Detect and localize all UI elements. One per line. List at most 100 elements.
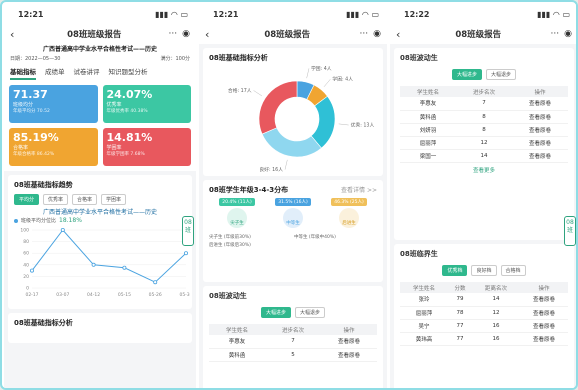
stat-card-struggling[interactable]: 14.81% 学困率 年级学困率 7.68% bbox=[102, 128, 191, 166]
cell-rank: 16 bbox=[471, 332, 520, 346]
cell-name: 黄科函 bbox=[400, 110, 456, 124]
close-circle-icon[interactable]: ◉ bbox=[373, 29, 381, 39]
data-point bbox=[153, 280, 158, 285]
view-details-link[interactable]: 查看详情 >> bbox=[341, 185, 377, 195]
view-paper-link[interactable]: 查看原卷 bbox=[512, 149, 568, 163]
wave-card: 08班波动生 大幅进步 大幅退步 学生姓名 进步名次 操作 李惠友 7 查看原卷 黄科函… bbox=[394, 48, 574, 240]
cell-rank: 8 bbox=[456, 110, 512, 124]
class-switch-button[interactable]: 08班 bbox=[182, 216, 194, 246]
wifi-icon: ◠ bbox=[171, 9, 178, 19]
capsule-menu[interactable]: ··· ◉ bbox=[360, 29, 381, 39]
student-figure-icon: 中等生 bbox=[283, 208, 303, 228]
page-title: 08班级报告 bbox=[455, 30, 502, 40]
more-icon[interactable]: ··· bbox=[169, 29, 178, 39]
capsule-menu[interactable]: ··· ◉ bbox=[169, 29, 190, 39]
cell-rank: 12 bbox=[471, 306, 520, 320]
pill-excellent[interactable]: 优秀率 bbox=[43, 194, 69, 205]
status-icons: ▮▮▮ ◠ ▭ bbox=[155, 10, 188, 19]
stat-value: 85.19% bbox=[13, 131, 59, 144]
y-tick-label: 80 bbox=[23, 239, 29, 245]
pill-big-decline[interactable]: 大幅退步 bbox=[295, 307, 326, 318]
wifi-icon: ◠ bbox=[553, 9, 560, 19]
view-more-link[interactable]: 查看更多 bbox=[400, 163, 568, 177]
tab-paper-review[interactable]: 试卷讲评 bbox=[74, 66, 100, 80]
view-paper-link[interactable]: 查看原卷 bbox=[512, 110, 568, 124]
view-paper-link[interactable]: 查看原卷 bbox=[519, 293, 568, 307]
x-tick-label: 04-12 bbox=[87, 292, 100, 298]
y-tick-label: 40 bbox=[23, 262, 29, 268]
cell-rank: 12 bbox=[456, 136, 512, 150]
battery-icon: ▭ bbox=[562, 9, 570, 19]
cell-rank: 7 bbox=[265, 335, 321, 349]
view-paper-link[interactable]: 查看原卷 bbox=[519, 319, 568, 333]
back-icon[interactable]: ‹ bbox=[396, 28, 406, 41]
wave-table: 学生姓名 进步名次 操作 李惠友 7 查看原卷 黄科函 5 查看原卷 bbox=[209, 324, 377, 362]
view-paper-link[interactable]: 查看原卷 bbox=[512, 123, 568, 137]
col-name: 学生姓名 bbox=[400, 282, 448, 293]
class-switch-button[interactable]: 08班 bbox=[564, 216, 576, 246]
pill-struggling[interactable]: 学困率 bbox=[101, 194, 127, 205]
tab-basic-indicators[interactable]: 基础指标 bbox=[10, 66, 36, 80]
analysis-title: 08班基础指标分析 bbox=[14, 319, 73, 327]
table-row: 吴宁 77 16 查看原卷 bbox=[400, 319, 568, 333]
view-paper-link[interactable]: 查看原卷 bbox=[321, 335, 377, 349]
view-paper-link[interactable]: 查看原卷 bbox=[512, 97, 568, 111]
view-paper-link[interactable]: 查看原卷 bbox=[321, 348, 377, 362]
more-icon[interactable]: ··· bbox=[360, 29, 369, 39]
pill-excellent-tier[interactable]: 优秀档 bbox=[442, 265, 468, 276]
tab-knowledge-analysis[interactable]: 知识题型分析 bbox=[109, 66, 148, 80]
slice-leader bbox=[284, 159, 288, 170]
pill-pass[interactable]: 合格率 bbox=[72, 194, 98, 205]
view-paper-link[interactable]: 查看原卷 bbox=[519, 306, 568, 320]
wave-title: 08班波动生 bbox=[209, 292, 247, 300]
pill-big-decline[interactable]: 大幅退步 bbox=[486, 69, 517, 80]
signal-icon: ▮▮▮ bbox=[346, 9, 360, 19]
close-circle-icon[interactable]: ◉ bbox=[564, 29, 572, 39]
y-tick-label: 0 bbox=[26, 286, 29, 292]
table-row: 黄科函 5 查看原卷 bbox=[209, 348, 377, 362]
fig-label: 后进生 bbox=[342, 221, 356, 226]
stat-label: 班级均分 bbox=[13, 102, 34, 108]
status-bar: 12:22 ▮▮▮ ◠ ▭ bbox=[390, 4, 576, 24]
pill-big-progress[interactable]: 大幅进步 bbox=[260, 307, 291, 318]
more-icon[interactable]: ··· bbox=[551, 29, 560, 39]
stat-card-pass[interactable]: 85.19% 合格率 年级合格率 86.42% bbox=[9, 128, 98, 166]
stat-card-average[interactable]: 71.37 班级均分 年级平均分 70.52 bbox=[9, 85, 98, 123]
trend-subtitle: 广西普通高中学业水平合格性考试——历史 bbox=[42, 209, 157, 216]
cell-name: 黄科函 bbox=[209, 348, 265, 362]
wave-pills: 大幅进步 大幅退步 bbox=[209, 307, 377, 318]
phone-screen-students: 12:22 ▮▮▮ ◠ ▭ ‹ 08班级报告 ··· ◉ 08班波动生 大幅进步 大幅… bbox=[390, 4, 576, 388]
series-line bbox=[31, 229, 187, 283]
cell-name: 屈丽萍 bbox=[400, 136, 456, 150]
stat-card-excellent[interactable]: 24.07% 优秀率 年级优秀率 40.38% bbox=[102, 85, 191, 123]
capsule-menu[interactable]: ··· ◉ bbox=[551, 29, 572, 39]
back-icon[interactable]: ‹ bbox=[10, 28, 20, 41]
page-title: 08班班级报告 bbox=[67, 30, 122, 40]
col-rank: 进步名次 bbox=[456, 86, 512, 97]
cell-rank: 16 bbox=[471, 319, 520, 333]
view-paper-link[interactable]: 查看原卷 bbox=[519, 332, 568, 346]
nav-bar: ‹ 08班级报告 ··· ◉ bbox=[199, 24, 387, 44]
pill-pass-tier[interactable]: 合格档 bbox=[500, 265, 526, 276]
distribution-figures: 20.4% (11人) 尖子生 31.5% (16人) 中等生 46.3% (2… bbox=[209, 198, 377, 228]
nav-bar: ‹ 08班级报告 ··· ◉ bbox=[390, 24, 576, 44]
pill-big-progress[interactable]: 大幅进步 bbox=[451, 69, 482, 80]
legend-label: 班级平均分位比 bbox=[21, 218, 57, 224]
stat-label: 优秀率 bbox=[106, 102, 122, 108]
tab-transcript[interactable]: 成绩单 bbox=[45, 66, 65, 80]
table-row: 屈丽萍 12 查看原卷 bbox=[400, 136, 568, 150]
wave-title: 08班波动生 bbox=[400, 54, 438, 62]
close-circle-icon[interactable]: ◉ bbox=[182, 29, 190, 39]
slice-label: 合格: 17人 bbox=[228, 87, 252, 94]
pill-good-tier[interactable]: 良好档 bbox=[471, 265, 497, 276]
view-paper-link[interactable]: 查看原卷 bbox=[512, 136, 568, 150]
slice-label: 学困: 4人 bbox=[332, 76, 353, 83]
cell-name: 黄玮高 bbox=[400, 332, 448, 346]
distribution-title: 08班学生年级3-4-3分布 bbox=[209, 186, 289, 194]
legend-dot-icon bbox=[14, 218, 18, 223]
back-icon[interactable]: ‹ bbox=[205, 28, 215, 41]
x-tick-label: 05-26 bbox=[149, 292, 162, 298]
x-tick-label: 05-30 bbox=[179, 292, 190, 298]
pill-average[interactable]: 平均分 bbox=[14, 194, 40, 205]
cell-score: 79 bbox=[447, 293, 472, 307]
